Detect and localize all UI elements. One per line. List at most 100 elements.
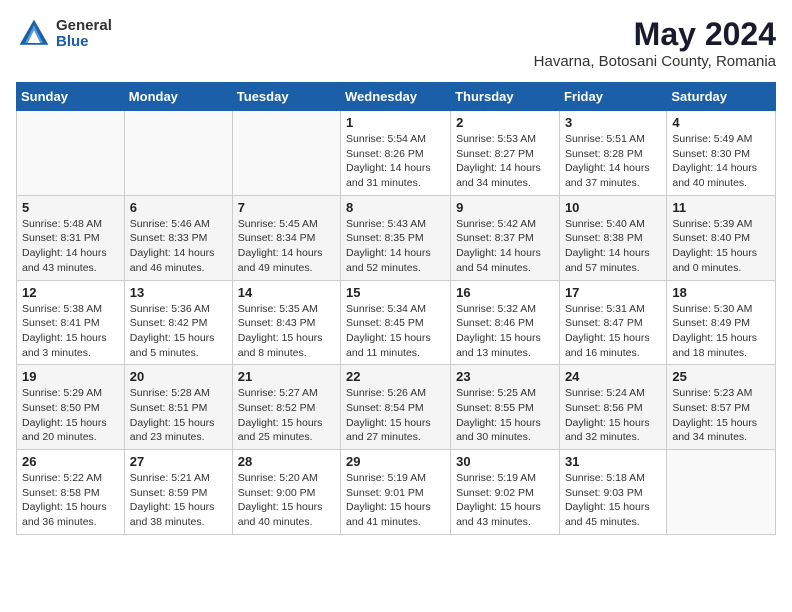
day-number: 25 (672, 369, 770, 384)
month-title: May 2024 (534, 16, 776, 53)
calendar-cell: 21 Sunrise: 5:27 AM Sunset: 8:52 PM Dayli… (232, 365, 340, 450)
day-info: Sunrise: 5:22 AM Sunset: 8:58 PM Dayligh… (22, 471, 119, 530)
calendar-cell: 6 Sunrise: 5:46 AM Sunset: 8:33 PM Daylig… (124, 195, 232, 280)
day-number: 23 (456, 369, 554, 384)
day-number: 21 (238, 369, 335, 384)
day-number: 15 (346, 285, 445, 300)
day-info: Sunrise: 5:27 AM Sunset: 8:52 PM Dayligh… (238, 386, 335, 445)
day-info: Sunrise: 5:31 AM Sunset: 8:47 PM Dayligh… (565, 302, 661, 361)
logo-text: General Blue (56, 18, 112, 51)
day-info: Sunrise: 5:49 AM Sunset: 8:30 PM Dayligh… (672, 132, 770, 191)
calendar-week-row: 26 Sunrise: 5:22 AM Sunset: 8:58 PM Dayli… (17, 450, 776, 535)
calendar-cell: 12Sunrise: 5:38 AM Sunset: 8:41 PM Dayli… (17, 280, 125, 365)
calendar-cell (17, 111, 125, 196)
calendar-cell (667, 450, 776, 535)
day-info: Sunrise: 5:21 AM Sunset: 8:59 PM Dayligh… (130, 471, 227, 530)
day-info: Sunrise: 5:29 AM Sunset: 8:50 PM Dayligh… (22, 386, 119, 445)
logo: General Blue (16, 16, 112, 52)
logo-general: General (56, 18, 112, 35)
day-number: 10 (565, 200, 661, 215)
day-info: Sunrise: 5:30 AM Sunset: 8:49 PM Dayligh… (672, 302, 770, 361)
day-info: Sunrise: 5:19 AM Sunset: 9:01 PM Dayligh… (346, 471, 445, 530)
day-number: 16 (456, 285, 554, 300)
day-of-week-header: Thursday (451, 83, 560, 111)
day-of-week-header: Saturday (667, 83, 776, 111)
calendar-cell (232, 111, 340, 196)
calendar-cell: 30Sunrise: 5:19 AM Sunset: 9:02 PM Dayli… (451, 450, 560, 535)
day-info: Sunrise: 5:24 AM Sunset: 8:56 PM Dayligh… (565, 386, 661, 445)
calendar-cell: 20 Sunrise: 5:28 AM Sunset: 8:51 PM Dayli… (124, 365, 232, 450)
day-info: Sunrise: 5:18 AM Sunset: 9:03 PM Dayligh… (565, 471, 661, 530)
day-info: Sunrise: 5:25 AM Sunset: 8:55 PM Dayligh… (456, 386, 554, 445)
day-info: Sunrise: 5:43 AM Sunset: 8:35 PM Dayligh… (346, 217, 445, 276)
calendar-cell: 27 Sunrise: 5:21 AM Sunset: 8:59 PM Dayli… (124, 450, 232, 535)
calendar-cell: 10 Sunrise: 5:40 AM Sunset: 8:38 PM Dayli… (559, 195, 666, 280)
day-number: 14 (238, 285, 335, 300)
day-number: 27 (130, 454, 227, 469)
calendar-cell: 17 Sunrise: 5:31 AM Sunset: 8:47 PM Dayli… (559, 280, 666, 365)
day-number: 20 (130, 369, 227, 384)
day-number: 12 (22, 285, 119, 300)
day-of-week-header: Sunday (17, 83, 125, 111)
calendar-cell: 26 Sunrise: 5:22 AM Sunset: 8:58 PM Dayli… (17, 450, 125, 535)
calendar-cell: 7 Sunrise: 5:45 AM Sunset: 8:34 PM Daylig… (232, 195, 340, 280)
calendar-cell: 13 Sunrise: 5:36 AM Sunset: 8:42 PM Dayli… (124, 280, 232, 365)
calendar-cell: 19 Sunrise: 5:29 AM Sunset: 8:50 PM Dayli… (17, 365, 125, 450)
calendar-cell: 9 Sunrise: 5:42 AM Sunset: 8:37 PM Daylig… (451, 195, 560, 280)
day-number: 6 (130, 200, 227, 215)
day-of-week-header: Friday (559, 83, 666, 111)
day-number: 18 (672, 285, 770, 300)
day-info: Sunrise: 5:45 AM Sunset: 8:34 PM Dayligh… (238, 217, 335, 276)
calendar-table: SundayMondayTuesdayWednesdayThursdayFrid… (16, 82, 776, 535)
day-info: Sunrise: 5:20 AM Sunset: 9:00 PM Dayligh… (238, 471, 335, 530)
calendar-cell (124, 111, 232, 196)
day-number: 19 (22, 369, 119, 384)
day-number: 31 (565, 454, 661, 469)
day-info: Sunrise: 5:40 AM Sunset: 8:38 PM Dayligh… (565, 217, 661, 276)
day-of-week-header: Tuesday (232, 83, 340, 111)
calendar-week-row: 5 Sunrise: 5:48 AM Sunset: 8:31 PM Daylig… (17, 195, 776, 280)
day-info: Sunrise: 5:36 AM Sunset: 8:42 PM Dayligh… (130, 302, 227, 361)
calendar-cell: 25Sunrise: 5:23 AM Sunset: 8:57 PM Dayli… (667, 365, 776, 450)
day-number: 1 (346, 115, 445, 130)
day-number: 7 (238, 200, 335, 215)
calendar-header-row: SundayMondayTuesdayWednesdayThursdayFrid… (17, 83, 776, 111)
day-of-week-header: Wednesday (341, 83, 451, 111)
calendar-cell: 3 Sunrise: 5:51 AM Sunset: 8:28 PM Daylig… (559, 111, 666, 196)
day-number: 26 (22, 454, 119, 469)
calendar-cell: 4 Sunrise: 5:49 AM Sunset: 8:30 PM Daylig… (667, 111, 776, 196)
logo-icon (16, 16, 52, 52)
day-info: Sunrise: 5:39 AM Sunset: 8:40 PM Dayligh… (672, 217, 770, 276)
day-info: Sunrise: 5:26 AM Sunset: 8:54 PM Dayligh… (346, 386, 445, 445)
calendar-cell: 11Sunrise: 5:39 AM Sunset: 8:40 PM Dayli… (667, 195, 776, 280)
day-number: 4 (672, 115, 770, 130)
calendar-cell: 16Sunrise: 5:32 AM Sunset: 8:46 PM Dayli… (451, 280, 560, 365)
calendar-cell: 15 Sunrise: 5:34 AM Sunset: 8:45 PM Dayli… (341, 280, 451, 365)
day-number: 8 (346, 200, 445, 215)
day-info: Sunrise: 5:48 AM Sunset: 8:31 PM Dayligh… (22, 217, 119, 276)
day-number: 13 (130, 285, 227, 300)
calendar-cell: 28 Sunrise: 5:20 AM Sunset: 9:00 PM Dayli… (232, 450, 340, 535)
calendar-cell: 18 Sunrise: 5:30 AM Sunset: 8:49 PM Dayli… (667, 280, 776, 365)
day-info: Sunrise: 5:42 AM Sunset: 8:37 PM Dayligh… (456, 217, 554, 276)
calendar-cell: 1Sunrise: 5:54 AM Sunset: 8:26 PM Daylig… (341, 111, 451, 196)
day-info: Sunrise: 5:51 AM Sunset: 8:28 PM Dayligh… (565, 132, 661, 191)
day-number: 24 (565, 369, 661, 384)
day-number: 3 (565, 115, 661, 130)
day-number: 9 (456, 200, 554, 215)
day-info: Sunrise: 5:28 AM Sunset: 8:51 PM Dayligh… (130, 386, 227, 445)
calendar-cell: 31 Sunrise: 5:18 AM Sunset: 9:03 PM Dayli… (559, 450, 666, 535)
calendar-cell: 2Sunrise: 5:53 AM Sunset: 8:27 PM Daylig… (451, 111, 560, 196)
day-number: 5 (22, 200, 119, 215)
calendar-cell: 29 Sunrise: 5:19 AM Sunset: 9:01 PM Dayli… (341, 450, 451, 535)
location: Havarna, Botosani County, Romania (534, 53, 776, 70)
day-number: 17 (565, 285, 661, 300)
day-number: 22 (346, 369, 445, 384)
day-info: Sunrise: 5:35 AM Sunset: 8:43 PM Dayligh… (238, 302, 335, 361)
day-number: 29 (346, 454, 445, 469)
day-info: Sunrise: 5:46 AM Sunset: 8:33 PM Dayligh… (130, 217, 227, 276)
logo-blue: Blue (56, 34, 112, 51)
day-number: 28 (238, 454, 335, 469)
day-info: Sunrise: 5:34 AM Sunset: 8:45 PM Dayligh… (346, 302, 445, 361)
calendar-cell: 5 Sunrise: 5:48 AM Sunset: 8:31 PM Daylig… (17, 195, 125, 280)
